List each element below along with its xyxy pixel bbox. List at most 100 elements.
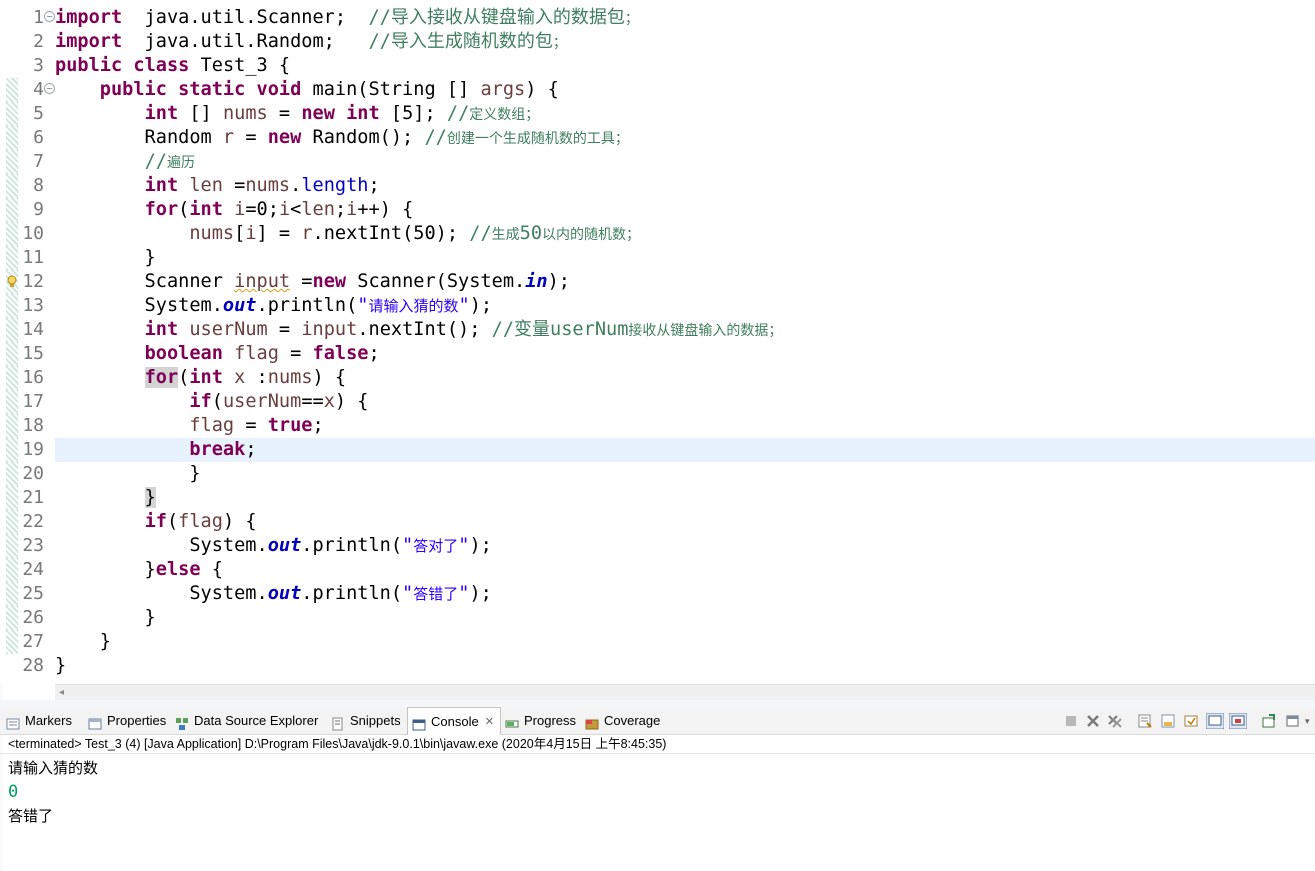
code-line[interactable]: 14 int userNum = input.nextInt(); //变量us… bbox=[0, 318, 1315, 342]
editor-horizontal-scrollbar[interactable]: ◂ bbox=[55, 684, 1315, 701]
line-number: 16 bbox=[22, 367, 44, 388]
code-line[interactable]: 23 System.out.println("答对了"); bbox=[0, 534, 1315, 558]
code-line[interactable]: 2 import java.util.Random; //导入生成随机数的包； bbox=[0, 30, 1315, 54]
remove-launch-icon[interactable] bbox=[1085, 713, 1101, 729]
tab-label: Snippets bbox=[350, 713, 401, 728]
code-line[interactable]: 22 if(flag) { bbox=[0, 510, 1315, 534]
change-marker bbox=[6, 534, 18, 558]
fold-toggle-icon[interactable]: − bbox=[44, 83, 55, 94]
scroll-lock-icon[interactable] bbox=[1137, 713, 1153, 729]
line-number: 8 bbox=[33, 175, 44, 196]
code-line[interactable]: 28} bbox=[0, 654, 1315, 678]
change-marker bbox=[6, 438, 18, 462]
line-number: 2 bbox=[33, 31, 44, 52]
code-text: int [] nums = new int [5]; //定义数组； bbox=[144, 103, 540, 124]
code-text: if(flag) { bbox=[144, 511, 257, 532]
code-text: import java.util.Scanner; //导入接收从键盘输入的数据… bbox=[55, 7, 639, 28]
code-text: Random r = new Random(); //创建一个生成随机数的工具； bbox=[55, 127, 629, 148]
line-number: 25 bbox=[22, 583, 44, 604]
code-line[interactable]: 6 Random r = new Random(); //创建一个生成随机数的工… bbox=[0, 126, 1315, 150]
code-line[interactable]: 25 System.out.println("答错了"); bbox=[0, 582, 1315, 606]
chevron-down-icon[interactable]: ▾ bbox=[1305, 713, 1315, 729]
new-console-icon[interactable] bbox=[1261, 713, 1277, 729]
code-text: for(int x :nums) { bbox=[144, 367, 347, 388]
pin-console-icon[interactable] bbox=[1183, 713, 1199, 729]
code-line[interactable]: 26 } bbox=[0, 606, 1315, 630]
line-number: 11 bbox=[22, 247, 44, 268]
warning-lightbulb-icon[interactable] bbox=[6, 274, 18, 288]
tab-snippets[interactable]: Snippets bbox=[331, 708, 401, 734]
change-marker bbox=[6, 78, 18, 102]
show-on-error-icon[interactable] bbox=[1228, 712, 1248, 730]
line-number: 20 bbox=[22, 463, 44, 484]
code-line[interactable]: 4− public static void main(String [] arg… bbox=[0, 78, 1315, 102]
line-number: 18 bbox=[22, 415, 44, 436]
scroll-left-icon[interactable]: ◂ bbox=[59, 685, 64, 701]
line-number: 15 bbox=[22, 343, 44, 364]
code-text: } bbox=[144, 487, 156, 508]
tab-data-source-explorer[interactable]: Data Source Explorer bbox=[175, 708, 318, 734]
tab-label: Markers bbox=[25, 713, 72, 728]
tab-properties[interactable]: Properties bbox=[88, 708, 166, 734]
line-number: 1 bbox=[33, 7, 44, 28]
change-marker bbox=[6, 582, 18, 606]
code-line[interactable]: 1− import java.util.Scanner; //导入接收从键盘输入的… bbox=[0, 6, 1315, 30]
fold-toggle-icon[interactable]: − bbox=[44, 11, 55, 22]
code-text: public static void main(String [] args) … bbox=[99, 79, 559, 100]
line-number: 5 bbox=[33, 103, 44, 124]
show-on-output-icon[interactable] bbox=[1205, 712, 1225, 730]
tab-progress[interactable]: Progress bbox=[505, 708, 576, 734]
coverage-icon bbox=[585, 714, 599, 730]
line-number: 12 bbox=[22, 271, 44, 292]
close-icon[interactable]: ✕ bbox=[485, 709, 494, 735]
code-line[interactable]: 3 public class Test_3 { bbox=[0, 54, 1315, 78]
code-line[interactable]: 17 if(userNum==x) { bbox=[0, 390, 1315, 414]
console-status-line: <terminated> Test_3 (4) [Java Applicatio… bbox=[0, 735, 1315, 754]
change-marker bbox=[6, 606, 18, 630]
code-line[interactable]: 27 } bbox=[0, 630, 1315, 654]
code-line[interactable]: 16 for(int x :nums) { bbox=[0, 366, 1315, 390]
line-number: 17 bbox=[22, 391, 44, 412]
code-text: break; bbox=[189, 439, 257, 460]
line-number: 10 bbox=[22, 223, 44, 244]
code-line[interactable]: 15 boolean flag = false; bbox=[0, 342, 1315, 366]
open-console-icon[interactable] bbox=[1285, 713, 1301, 729]
code-text: for(int i=0;i<len;i++) { bbox=[144, 199, 414, 220]
tab-markers[interactable]: Markers bbox=[6, 708, 72, 734]
code-line[interactable]: 12 Scanner input =new Scanner(System.in)… bbox=[0, 270, 1315, 294]
code-line[interactable]: 18 flag = true; bbox=[0, 414, 1315, 438]
code-editor[interactable]: 1− import java.util.Scanner; //导入接收从键盘输入的… bbox=[0, 0, 1315, 684]
change-marker bbox=[6, 486, 18, 510]
line-number: 21 bbox=[22, 487, 44, 508]
line-number: 13 bbox=[22, 295, 44, 316]
progress-icon bbox=[505, 714, 519, 728]
console-output[interactable]: 请输入猜的数 0 答错了 bbox=[0, 754, 1315, 871]
code-line[interactable]: 13 System.out.println("请输入猜的数"); bbox=[0, 294, 1315, 318]
change-marker bbox=[6, 294, 18, 318]
code-text: System.out.println("答错了"); bbox=[55, 583, 492, 604]
code-line[interactable]: 20 } bbox=[0, 462, 1315, 486]
bottom-panel-tabbar: Markers Properties Data Source Explorer Sni… bbox=[0, 707, 1315, 735]
code-line[interactable]: 5 int [] nums = new int [5]; //定义数组； bbox=[0, 102, 1315, 126]
code-line[interactable]: 21 } bbox=[0, 486, 1315, 510]
code-text: if(userNum==x) { bbox=[189, 391, 369, 412]
line-number: 27 bbox=[22, 631, 44, 652]
word-wrap-icon[interactable] bbox=[1160, 713, 1176, 729]
code-line[interactable]: 9 for(int i=0;i<len;i++) { bbox=[0, 198, 1315, 222]
panel-separator bbox=[0, 700, 1315, 708]
code-line[interactable]: 19 break; bbox=[0, 438, 1315, 462]
code-line[interactable]: 7 //遍历 bbox=[0, 150, 1315, 174]
code-line[interactable]: 11 } bbox=[0, 246, 1315, 270]
code-text: boolean flag = false; bbox=[144, 343, 380, 364]
code-text: nums[i] = r.nextInt(50); //生成50以内的随机数； bbox=[189, 223, 641, 244]
code-line[interactable]: 10 nums[i] = r.nextInt(50); //生成50以内的随机数… bbox=[0, 222, 1315, 246]
code-line[interactable]: 24 }else { bbox=[0, 558, 1315, 582]
tab-coverage[interactable]: Coverage bbox=[585, 708, 660, 734]
change-marker bbox=[6, 318, 18, 342]
remove-all-icon[interactable] bbox=[1107, 713, 1123, 729]
line-number: 24 bbox=[22, 559, 44, 580]
terminate-icon[interactable] bbox=[1063, 713, 1079, 729]
code-line[interactable]: 8 int len =nums.length; bbox=[0, 174, 1315, 198]
tab-console[interactable]: Console ✕ bbox=[407, 707, 501, 735]
change-marker bbox=[6, 390, 18, 414]
